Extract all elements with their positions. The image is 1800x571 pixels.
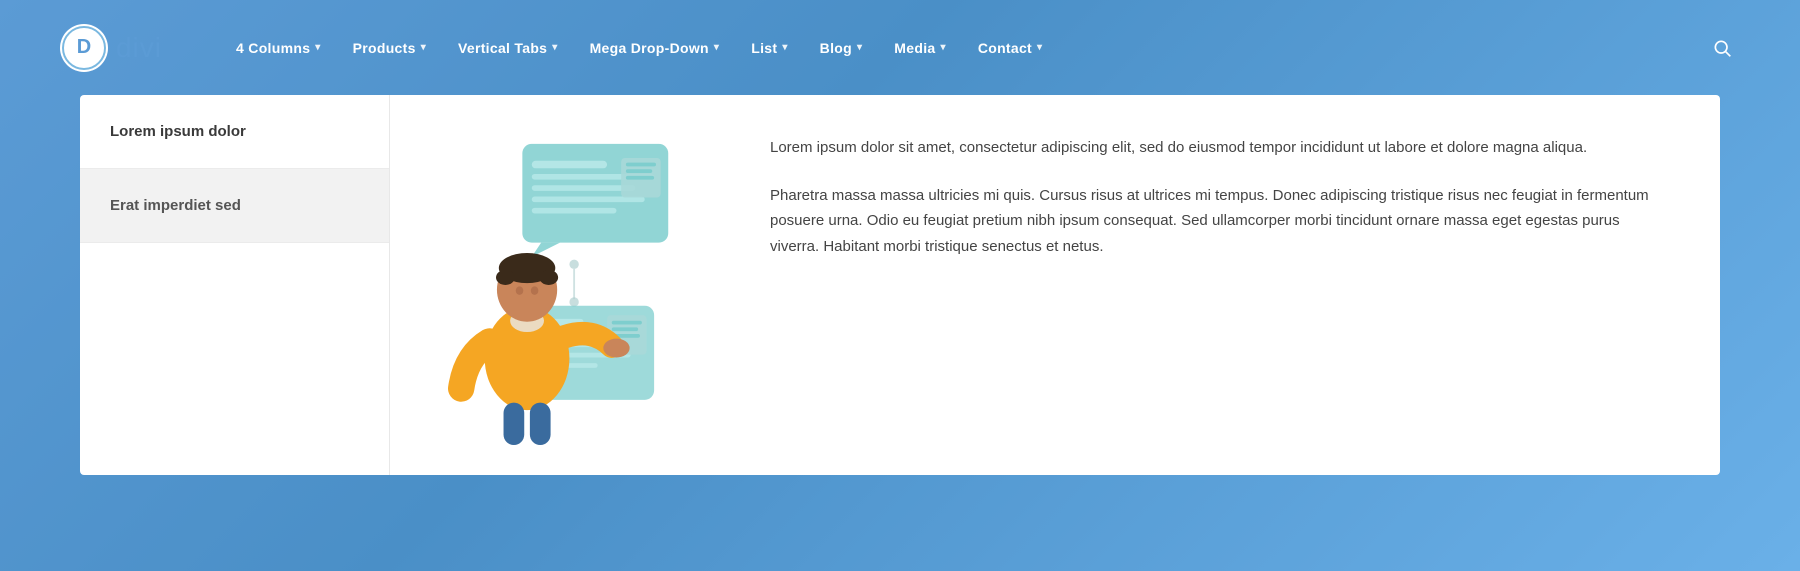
search-icon xyxy=(1712,38,1732,58)
chevron-down-icon: ▾ xyxy=(714,42,719,53)
nav-item-4columns[interactable]: 4 Columns ▾ xyxy=(222,32,335,64)
chevron-down-icon: ▾ xyxy=(857,42,862,53)
nav-item-blog[interactable]: Blog ▾ xyxy=(806,32,877,64)
chevron-down-icon: ▾ xyxy=(552,42,557,53)
nav-item-products[interactable]: Products ▾ xyxy=(339,32,440,64)
nav-item-mega-dropdown[interactable]: Mega Drop-Down ▾ xyxy=(576,32,734,64)
search-button[interactable] xyxy=(1704,30,1740,66)
nav-item-contact[interactable]: Contact ▾ xyxy=(964,32,1057,64)
illustration xyxy=(420,125,700,445)
chevron-down-icon: ▾ xyxy=(1037,42,1042,53)
logo-area[interactable]: D divi xyxy=(60,24,162,72)
logo-letter: D xyxy=(77,36,91,59)
chevron-down-icon: ▾ xyxy=(940,42,945,53)
content-panel: Lorem ipsum dolor Erat imperdiet sed xyxy=(80,95,1720,475)
chevron-down-icon: ▾ xyxy=(315,42,320,53)
illustration-area xyxy=(390,95,730,475)
nav-links: 4 Columns ▾ Products ▾ Vertical Tabs ▾ M… xyxy=(222,32,1704,64)
left-sidebar: Lorem ipsum dolor Erat imperdiet sed xyxy=(80,95,390,475)
paragraph-1: Lorem ipsum dolor sit amet, consectetur … xyxy=(770,135,1670,161)
chevron-down-icon: ▾ xyxy=(421,42,426,53)
logo-circle: D xyxy=(60,24,108,72)
sidebar-item-1[interactable]: Lorem ipsum dolor xyxy=(80,95,389,169)
logo-d-circle: D xyxy=(62,26,106,70)
logo-text: divi xyxy=(116,32,162,64)
nav-item-media[interactable]: Media ▾ xyxy=(880,32,960,64)
chevron-down-icon: ▾ xyxy=(782,42,787,53)
navbar: D divi 4 Columns ▾ Products ▾ Vertical T… xyxy=(0,0,1800,95)
nav-item-list[interactable]: List ▾ xyxy=(737,32,801,64)
paragraph-2: Pharetra massa massa ultricies mi quis. … xyxy=(770,183,1670,260)
sidebar-item-2[interactable]: Erat imperdiet sed xyxy=(80,169,389,243)
text-area: Lorem ipsum dolor sit amet, consectetur … xyxy=(730,95,1720,475)
nav-item-vertical-tabs[interactable]: Vertical Tabs ▾ xyxy=(444,32,572,64)
